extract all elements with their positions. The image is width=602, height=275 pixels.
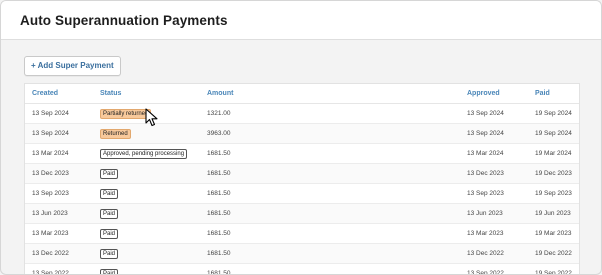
cell-status: Approved, pending processing bbox=[93, 143, 200, 164]
main-content: + Add Super Payment Created Status Amoun… bbox=[1, 40, 601, 274]
cell-paid: 19 Sep 2024 bbox=[528, 123, 579, 144]
cell-created: 13 Sep 2023 bbox=[25, 183, 93, 204]
status-badge: Partially returned bbox=[100, 108, 152, 119]
cell-approved: 13 Dec 2023 bbox=[460, 163, 528, 184]
table-row[interactable]: 13 Sep 2024 Partially returned 1321.00 13 S… bbox=[25, 103, 579, 124]
cell-status: Paid bbox=[93, 163, 200, 184]
cell-created: 13 Dec 2023 bbox=[25, 163, 93, 184]
cell-amount: 1681.50 bbox=[200, 143, 460, 164]
table-row[interactable]: 13 Dec 2022 Paid 1681.50 13 Dec 2022 19 Dec … bbox=[25, 243, 579, 264]
cell-paid: 19 Dec 2023 bbox=[528, 163, 579, 184]
cell-amount: 1321.00 bbox=[200, 103, 460, 124]
table-row[interactable]: 13 Mar 2023 Paid 1681.50 13 Mar 2023 19 Mar … bbox=[25, 223, 579, 244]
cell-status: Paid bbox=[93, 263, 200, 274]
cell-paid: 19 Mar 2024 bbox=[528, 143, 579, 164]
cell-approved: 13 Sep 2024 bbox=[460, 123, 528, 144]
cell-approved: 13 Sep 2024 bbox=[460, 103, 528, 124]
status-badge: Paid bbox=[100, 268, 119, 274]
column-header-created[interactable]: Created bbox=[25, 84, 93, 104]
cell-paid: 19 Dec 2022 bbox=[528, 243, 579, 264]
payments-table: Created Status Amount Approved Paid 13 S… bbox=[24, 83, 580, 274]
cell-amount: 1681.50 bbox=[200, 263, 460, 274]
add-super-payment-button[interactable]: + Add Super Payment bbox=[24, 56, 121, 76]
cell-amount: 1681.50 bbox=[200, 163, 460, 184]
cell-paid: 19 Sep 2022 bbox=[528, 263, 579, 274]
table-row[interactable]: 13 Jun 2023 Paid 1681.50 13 Jun 2023 19 Jun … bbox=[25, 203, 579, 224]
cell-created: 13 Mar 2024 bbox=[25, 143, 93, 164]
cell-amount: 1681.50 bbox=[200, 243, 460, 264]
status-badge: Paid bbox=[100, 188, 119, 199]
page-title: Auto Superannuation Payments bbox=[20, 12, 228, 28]
status-badge: Returned bbox=[100, 128, 131, 139]
status-badge: Paid bbox=[100, 208, 119, 219]
mouse-pointer-icon bbox=[145, 108, 158, 127]
cell-paid: 19 Mar 2023 bbox=[528, 223, 579, 244]
table-row[interactable]: 13 Sep 2023 Paid 1681.50 13 Sep 2023 19 Sep … bbox=[25, 183, 579, 204]
cell-created: 13 Jun 2023 bbox=[25, 203, 93, 224]
cell-amount: 1681.50 bbox=[200, 203, 460, 224]
status-badge: Paid bbox=[100, 248, 119, 259]
cell-paid: 19 Sep 2023 bbox=[528, 183, 579, 204]
cell-created: 13 Mar 2023 bbox=[25, 223, 93, 244]
status-badge: Approved, pending processing bbox=[100, 148, 188, 159]
cell-amount: 1681.50 bbox=[200, 183, 460, 204]
table-row[interactable]: 13 Dec 2023 Paid 1681.50 13 Dec 2023 19 Dec … bbox=[25, 163, 579, 184]
column-header-approved[interactable]: Approved bbox=[460, 84, 528, 104]
cell-created: 13 Dec 2022 bbox=[25, 243, 93, 264]
table-row[interactable]: 13 Sep 2022 Paid 1681.50 13 Sep 2022 19 Sep … bbox=[25, 263, 579, 274]
cell-paid: 19 Jun 2023 bbox=[528, 203, 579, 224]
cell-created: 13 Sep 2024 bbox=[25, 103, 93, 124]
cell-status: Paid bbox=[93, 203, 200, 224]
column-header-amount[interactable]: Amount bbox=[200, 84, 460, 104]
cell-status: Paid bbox=[93, 183, 200, 204]
table-row[interactable]: 13 Sep 2024 Returned 3963.00 13 Sep 2024 19 … bbox=[25, 123, 579, 144]
cell-approved: 13 Mar 2023 bbox=[460, 223, 528, 244]
cell-approved: 13 Mar 2024 bbox=[460, 143, 528, 164]
column-header-status[interactable]: Status bbox=[93, 84, 200, 104]
table-row[interactable]: 13 Mar 2024 Approved, pending processing 1… bbox=[25, 143, 579, 164]
status-badge: Paid bbox=[100, 228, 119, 239]
cell-created: 13 Sep 2024 bbox=[25, 123, 93, 144]
cell-approved: 13 Sep 2022 bbox=[460, 263, 528, 274]
status-badge: Paid bbox=[100, 168, 119, 179]
cell-paid: 19 Sep 2024 bbox=[528, 103, 579, 124]
cell-approved: 13 Dec 2022 bbox=[460, 243, 528, 264]
cell-amount: 1681.50 bbox=[200, 223, 460, 244]
page-header: Auto Superannuation Payments bbox=[1, 1, 601, 40]
cell-created: 13 Sep 2022 bbox=[25, 263, 93, 274]
cell-approved: 13 Sep 2023 bbox=[460, 183, 528, 204]
cell-amount: 3963.00 bbox=[200, 123, 460, 144]
table-header-row: Created Status Amount Approved Paid bbox=[25, 84, 579, 104]
cell-approved: 13 Jun 2023 bbox=[460, 203, 528, 224]
cell-status: Paid bbox=[93, 243, 200, 264]
cell-status: Paid bbox=[93, 223, 200, 244]
column-header-paid[interactable]: Paid bbox=[528, 84, 579, 104]
app-window: Auto Superannuation Payments + Add Super… bbox=[0, 0, 602, 275]
